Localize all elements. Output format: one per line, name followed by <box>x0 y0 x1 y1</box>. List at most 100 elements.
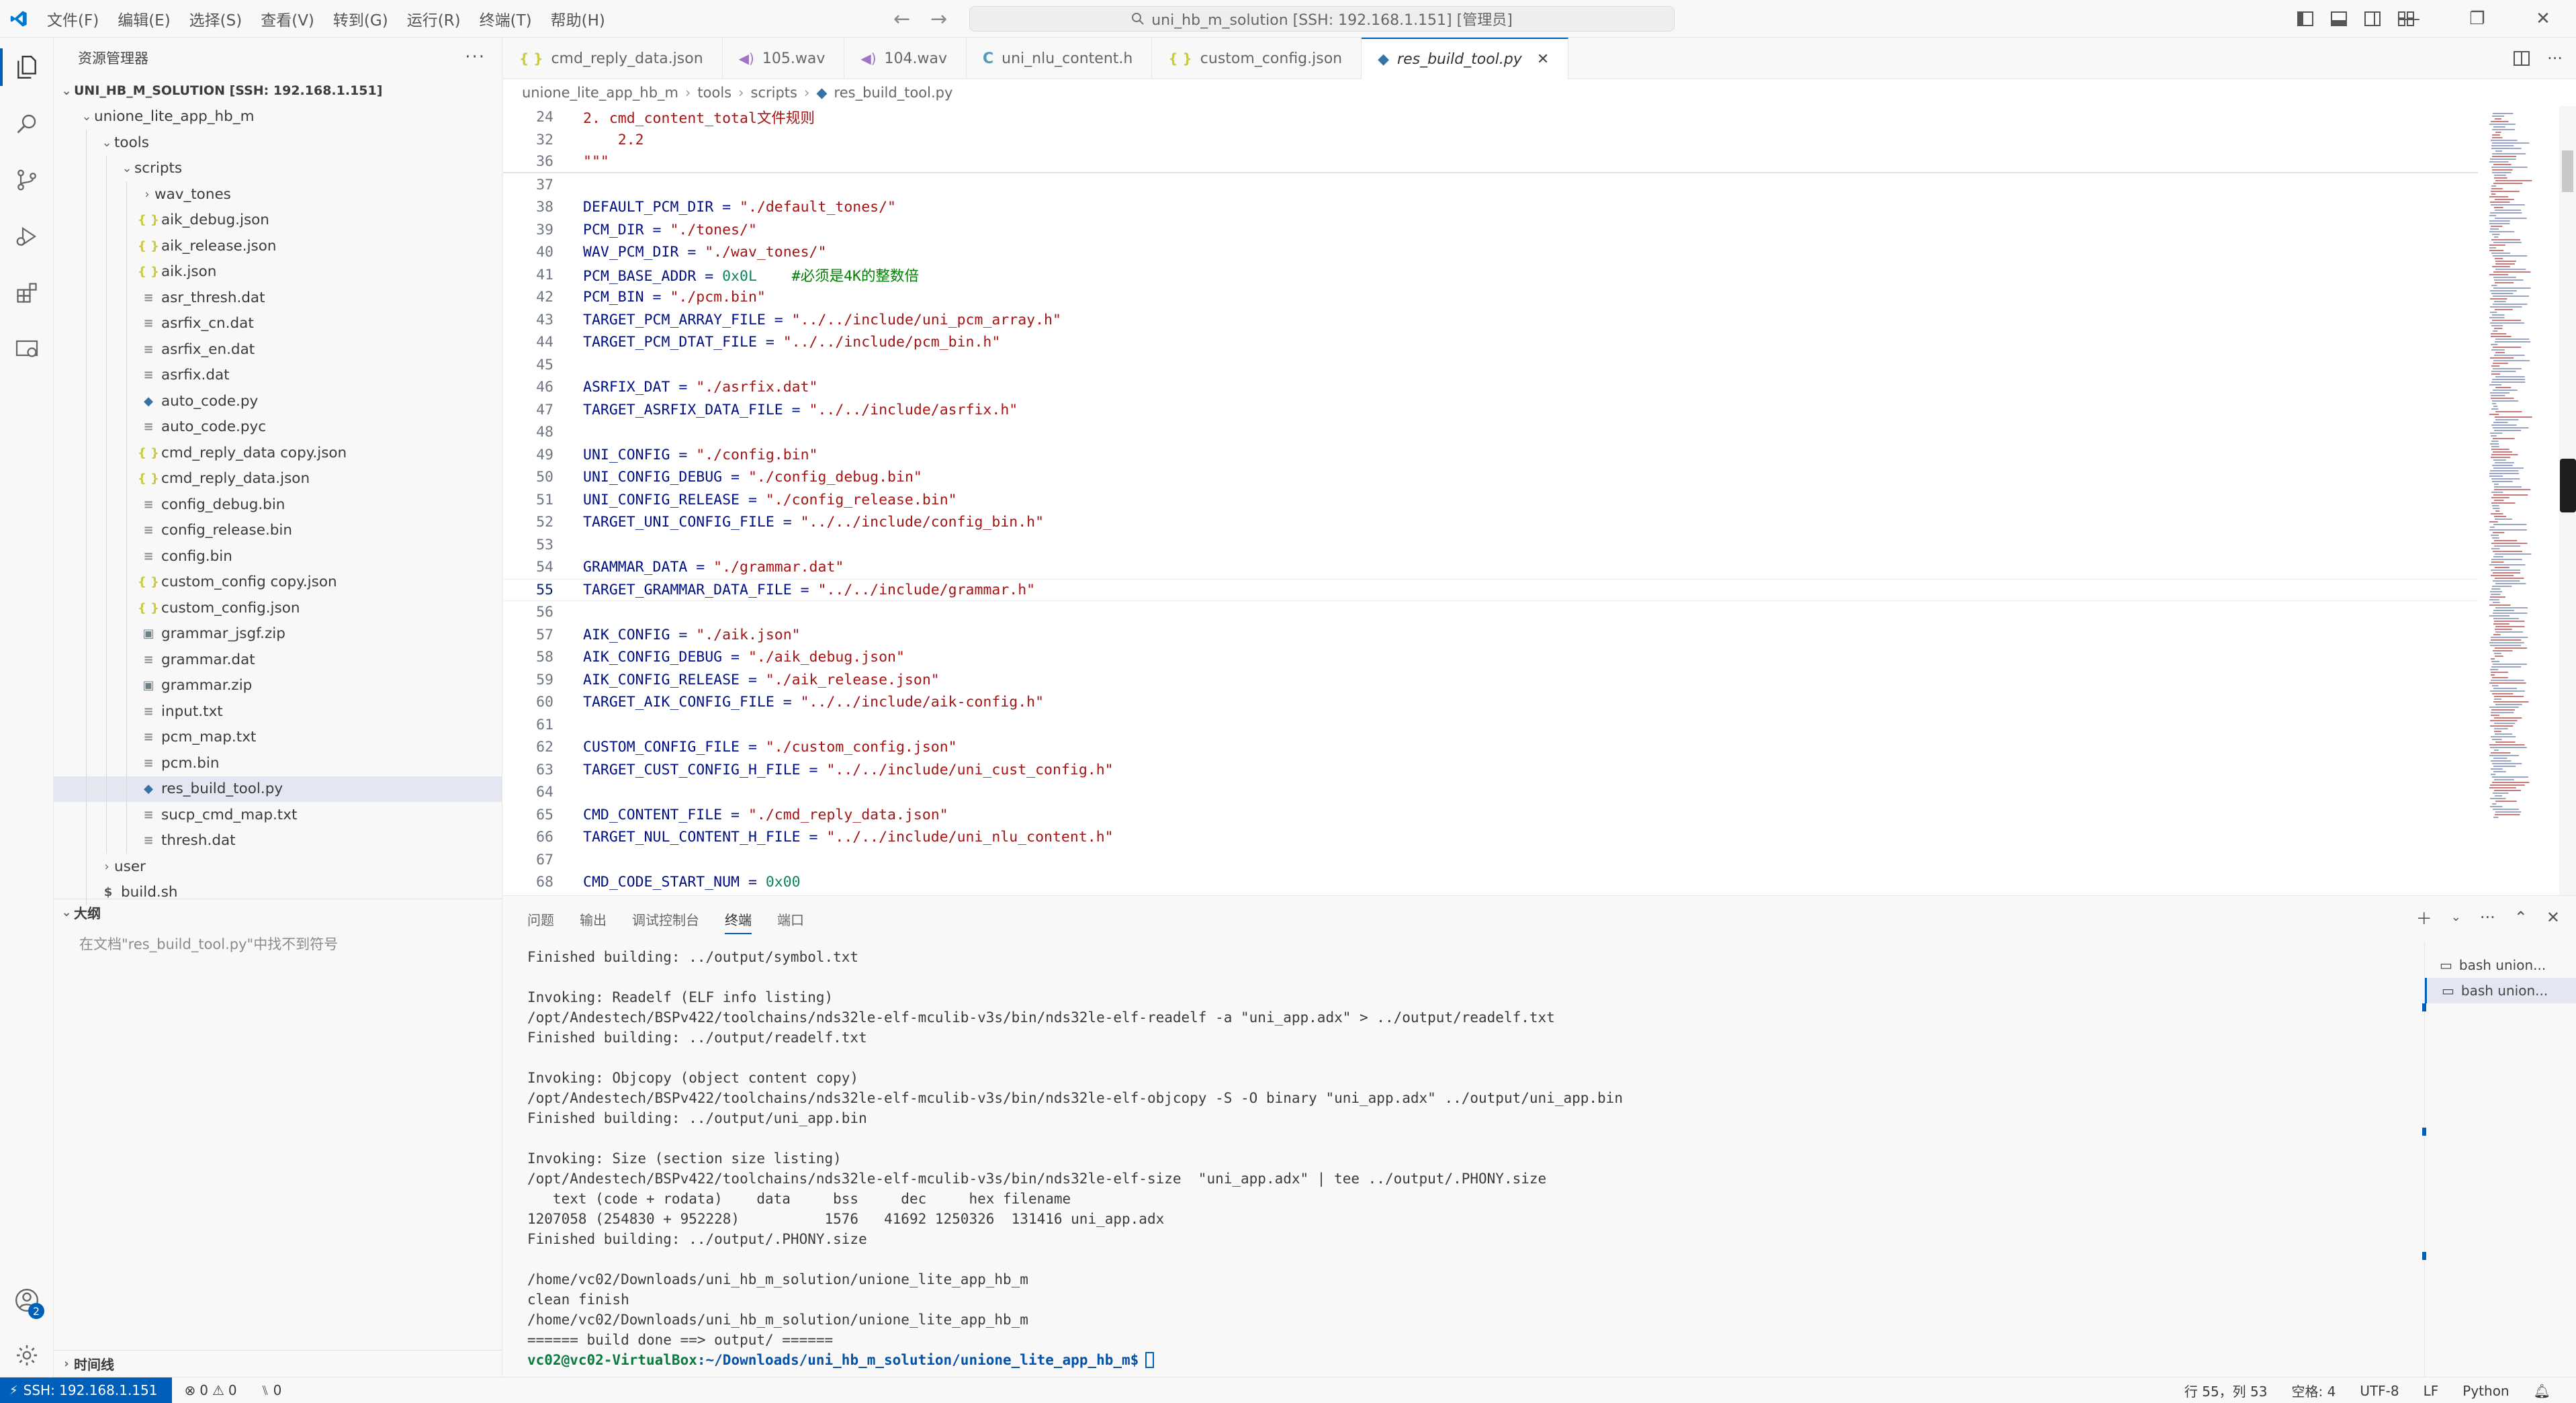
problems-status[interactable]: ⊗ 0 ⚠ 0 <box>172 1382 249 1398</box>
panel-tab[interactable]: 端口 <box>777 909 804 929</box>
code-line[interactable]: 40 WAV_PCM_DIR = "./wav_tones/" <box>503 241 2478 263</box>
back-arrow-icon[interactable]: ← <box>893 7 910 31</box>
tree-folder[interactable]: › user <box>54 854 502 880</box>
breadcrumb-item[interactable]: tools <box>697 85 731 101</box>
sticky-scroll-line[interactable]: 24 2. cmd_content_total文件规则 <box>503 106 2478 128</box>
code-line[interactable]: 41 PCM_BASE_ADDR = 0x0L #必须是4K的整数倍 <box>503 264 2478 286</box>
ports-status[interactable]: ⑊ 0 <box>249 1382 294 1398</box>
sticky-scroll-line[interactable]: 32 2.2 <box>503 129 2478 151</box>
panel-tab[interactable]: 输出 <box>580 909 607 929</box>
menu-item[interactable]: 帮助(H) <box>541 0 615 38</box>
tree-file[interactable]: ▣ grammar.zip <box>54 672 502 698</box>
code-line[interactable]: 52 TARGET_UNI_CONFIG_FILE = "../../includ… <box>503 511 2478 533</box>
code-line[interactable]: 63 TARGET_CUST_CONFIG_H_FILE = "../../inc… <box>503 759 2478 781</box>
editor-tab[interactable]: ◆ res_build_tool.py ✕ <box>1362 38 1569 79</box>
indentation[interactable]: 空格: 4 <box>2279 1381 2348 1400</box>
tree-file[interactable]: { } custom_config.json <box>54 595 502 621</box>
explorer-icon[interactable] <box>0 40 54 94</box>
editor-tab[interactable]: ◀) 105.wav <box>723 38 845 79</box>
panel-tab[interactable]: 调试控制台 <box>632 909 699 929</box>
editor-tab[interactable]: Cuni_nlu_content.h <box>967 38 1153 79</box>
menu-item[interactable]: 文件(F) <box>38 0 108 38</box>
tree-folder[interactable]: ⌄ scripts <box>54 155 502 181</box>
terminal-instance[interactable]: ▭ bash union... <box>2425 952 2576 978</box>
tree-file[interactable]: ≡ asrfix_cn.dat <box>54 310 502 336</box>
terminal[interactable]: Finished building: ../output/symbol.txt I… <box>503 942 2424 1377</box>
tree-file[interactable]: ≡ config.bin <box>54 543 502 570</box>
code-line[interactable]: 67 <box>503 849 2478 871</box>
close-tab-icon[interactable]: ✕ <box>1537 51 1549 68</box>
code-line[interactable]: 61 <box>503 714 2478 736</box>
forward-arrow-icon[interactable]: → <box>930 7 947 31</box>
workspace-root[interactable]: ⌄ UNI_HB_M_SOLUTION [SSH: 192.168.1.151] <box>54 78 502 104</box>
menu-item[interactable]: 查看(V) <box>251 0 324 38</box>
menu-item[interactable]: 编辑(E) <box>108 0 179 38</box>
panel-tab[interactable]: 终端 <box>725 909 752 934</box>
source-control-icon[interactable] <box>0 153 54 207</box>
toggle-primary-sidebar-icon[interactable] <box>2297 11 2313 26</box>
code-line[interactable]: 53 <box>503 534 2478 556</box>
tree-file[interactable]: { } cmd_reply_data copy.json <box>54 440 502 466</box>
breadcrumb-item[interactable]: unione_lite_app_hb_m <box>522 85 678 101</box>
editor-scrollbar[interactable] <box>2559 106 2576 895</box>
tree-file[interactable]: ≡ input.txt <box>54 698 502 725</box>
code-line[interactable]: 62 CUSTOM_CONFIG_FILE = "./custom_config.… <box>503 736 2478 758</box>
search-icon[interactable] <box>0 97 54 150</box>
tree-file[interactable]: ≡ config_release.bin <box>54 517 502 543</box>
tree-file[interactable]: ≡ asr_thresh.dat <box>54 285 502 311</box>
tree-file[interactable]: ≡ asrfix.dat <box>54 362 502 388</box>
code-line[interactable]: 56 <box>503 601 2478 623</box>
code-line[interactable]: 68 CMD_CODE_START_NUM = 0x00 <box>503 871 2478 893</box>
terminal-prompt[interactable]: vc02@vc02-VirtualBox:~/Downloads/uni_hb_… <box>527 1350 2424 1370</box>
tree-file[interactable]: { } aik.json <box>54 259 502 285</box>
code-line[interactable]: 39 PCM_DIR = "./tones/" <box>503 219 2478 241</box>
more-editor-actions-icon[interactable]: ··· <box>2547 49 2563 68</box>
remote-explorer-icon[interactable] <box>0 322 54 376</box>
outline-header[interactable]: ⌄ 大纲 <box>54 899 502 925</box>
tree-file[interactable]: ≡ thresh.dat <box>54 827 502 854</box>
code-line[interactable]: 37 <box>503 174 2478 196</box>
tree-file[interactable]: ≡ config_debug.bin <box>54 492 502 518</box>
breadcrumb-item[interactable]: scripts <box>751 85 797 101</box>
more-actions-icon[interactable]: ··· <box>2480 908 2495 927</box>
accounts-icon[interactable]: 2 <box>0 1273 54 1327</box>
tree-file[interactable]: ≡ pcm.bin <box>54 750 502 776</box>
code-line[interactable]: 57 AIK_CONFIG = "./aik.json" <box>503 624 2478 646</box>
menu-item[interactable]: 运行(R) <box>398 0 470 38</box>
code-line[interactable]: 51 UNI_CONFIG_RELEASE = "./config_release… <box>503 489 2478 511</box>
tree-file[interactable]: ◆ res_build_tool.py <box>54 776 502 802</box>
minimize-icon[interactable]: — <box>2379 0 2444 38</box>
timeline-header[interactable]: › 时间线 <box>54 1351 502 1376</box>
cursor-position[interactable]: 行 55，列 53 <box>2172 1381 2280 1400</box>
code-line[interactable]: 43 TARGET_PCM_ARRAY_FILE = "../../include… <box>503 309 2478 331</box>
toggle-panel-icon[interactable] <box>2331 11 2347 26</box>
more-actions-icon[interactable]: ··· <box>465 47 486 67</box>
command-center-search[interactable]: uni_hb_m_solution [SSH: 192.168.1.151] [… <box>969 6 1675 32</box>
maximize-panel-icon[interactable]: ⌃ <box>2514 908 2528 927</box>
tree-file[interactable]: { } aik_release.json <box>54 233 502 259</box>
split-editor-icon[interactable] <box>2514 51 2530 66</box>
terminal-instance[interactable]: ▭ bash union... <box>2425 978 2576 1003</box>
code-line[interactable]: 45 <box>503 354 2478 376</box>
code-line[interactable]: 60 TARGET_AIK_CONFIG_FILE = "../../includ… <box>503 691 2478 713</box>
code-line[interactable]: 44 TARGET_PCM_DTAT_FILE = "../../include/… <box>503 331 2478 353</box>
code-editor[interactable]: 24 2. cmd_content_total文件规则 32 2.2 36 """ 37 3… <box>503 106 2478 895</box>
menu-item[interactable]: 终端(T) <box>470 0 541 38</box>
tree-file[interactable]: { } custom_config copy.json <box>54 569 502 595</box>
tree-file[interactable]: ≡ pcm_map.txt <box>54 724 502 750</box>
tree-file[interactable]: ≡ sucp_cmd_map.txt <box>54 802 502 828</box>
tree-file[interactable]: { } cmd_reply_data.json <box>54 465 502 492</box>
notifications-bell-icon[interactable]: 🔔︎ <box>2522 1383 2563 1399</box>
code-line[interactable]: 47 TARGET_ASRFIX_DATA_FILE = "../../inclu… <box>503 399 2478 421</box>
sticky-scroll-line[interactable]: 36 """ <box>503 151 2478 173</box>
code-line[interactable]: 66 TARGET_NUL_CONTENT_H_FILE = "../../inc… <box>503 826 2478 848</box>
menu-item[interactable]: 转到(G) <box>324 0 398 38</box>
editor-tab[interactable]: { } custom_config.json <box>1152 38 1362 79</box>
new-terminal-icon[interactable]: ＋ <box>2416 905 2432 929</box>
code-line[interactable]: 42 PCM_BIN = "./pcm.bin" <box>503 286 2478 308</box>
editor-tab[interactable]: { } cmd_reply_data.json <box>503 38 723 79</box>
tree-file[interactable]: ◆ auto_code.py <box>54 388 502 414</box>
code-line[interactable]: 48 <box>503 421 2478 443</box>
language-mode[interactable]: Python <box>2450 1383 2521 1399</box>
code-line[interactable]: 59 AIK_CONFIG_RELEASE = "./aik_release.js… <box>503 669 2478 691</box>
